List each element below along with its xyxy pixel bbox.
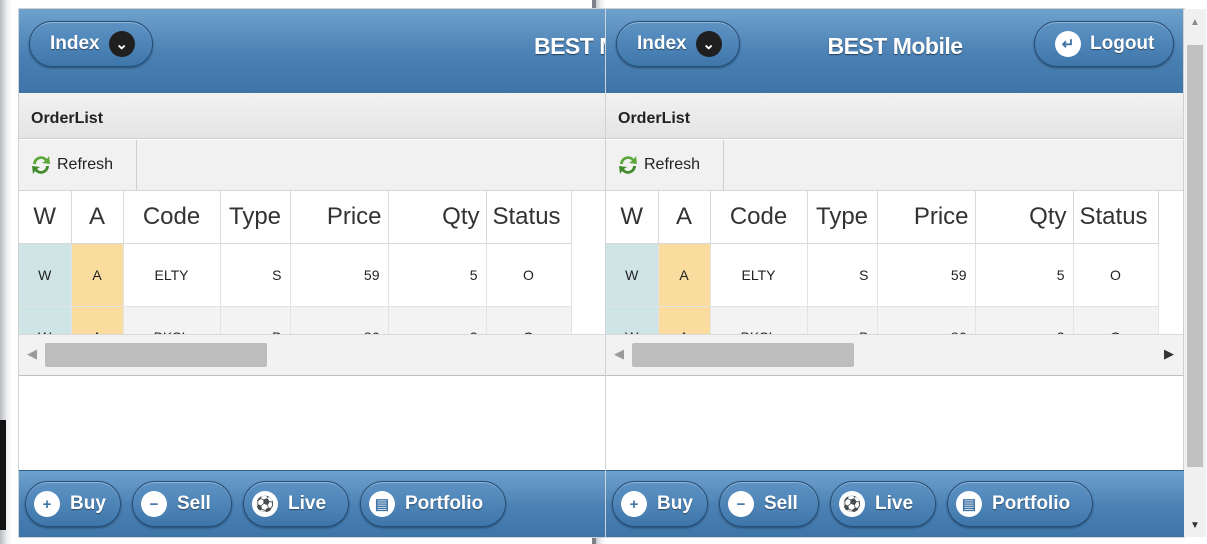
horizontal-scroll-thumb[interactable]	[632, 343, 854, 367]
cell-code: ELTY	[710, 243, 808, 307]
portfolio-button[interactable]: ▤ Portfolio	[360, 481, 506, 527]
horizontal-scrollbar[interactable]: ◀ ▶	[606, 334, 1184, 376]
cell-a: A	[658, 243, 711, 307]
vertical-scrollbar[interactable]: ▲ ▼	[1183, 9, 1206, 537]
column-header-qty[interactable]: Qty	[975, 191, 1074, 244]
logout-label: Logout	[1090, 33, 1155, 54]
scroll-down-arrow-icon[interactable]: ▼	[1190, 520, 1200, 531]
window-edge-shadow	[0, 0, 12, 544]
column-header-status[interactable]: Status	[486, 191, 572, 244]
live-label: Live	[875, 493, 914, 514]
refresh-button[interactable]: Refresh	[606, 140, 724, 190]
toolbar: Refresh	[606, 140, 1184, 191]
column-header-w[interactable]: W	[19, 191, 72, 244]
running-man-icon: ⚽	[252, 491, 278, 517]
cell-status: O	[1073, 243, 1159, 307]
minus-icon: −	[728, 491, 754, 517]
app-footer: + Buy − Sell ⚽ Live ▤ Portfolio	[606, 470, 1184, 537]
plus-icon: +	[34, 491, 60, 517]
refresh-icon	[619, 156, 637, 174]
sell-button[interactable]: − Sell	[132, 481, 232, 527]
cart-icon: ▤	[956, 491, 982, 517]
cell-type: S	[220, 243, 291, 307]
cell-w: W	[606, 243, 659, 307]
plus-icon: +	[621, 491, 647, 517]
sell-label: Sell	[177, 493, 211, 514]
sell-button[interactable]: − Sell	[719, 481, 819, 527]
column-header-code[interactable]: Code	[123, 191, 221, 244]
section-title: OrderList	[618, 110, 691, 127]
section-title: OrderList	[31, 110, 104, 127]
buy-label: Buy	[70, 493, 106, 514]
app-header: Index ⌄ BEST Mobile ↵ Logout	[606, 9, 1184, 94]
portfolio-label: Portfolio	[405, 493, 484, 514]
buy-label: Buy	[657, 493, 693, 514]
cell-type: S	[807, 243, 878, 307]
scroll-right-arrow-icon[interactable]: ▶	[1164, 346, 1174, 362]
table-row[interactable]: W A ELTY S 59 5 O	[606, 243, 1159, 307]
phone-icon: ↵	[1055, 31, 1081, 57]
scroll-up-arrow-icon[interactable]: ▲	[1190, 17, 1200, 28]
refresh-icon	[32, 156, 50, 174]
cell-status: O	[486, 243, 572, 307]
table-row[interactable]: W A ELTY S 59 5 O	[19, 243, 572, 307]
cart-icon: ▤	[369, 491, 395, 517]
logout-button[interactable]: ↵ Logout	[1034, 21, 1174, 67]
cell-w: W	[19, 243, 72, 307]
cell-a: A	[71, 243, 124, 307]
live-label: Live	[288, 493, 327, 514]
scroll-left-arrow-icon[interactable]: ◀	[27, 346, 37, 362]
live-button[interactable]: ⚽ Live	[243, 481, 349, 527]
column-header-price[interactable]: Price	[877, 191, 976, 244]
sell-label: Sell	[764, 493, 798, 514]
cell-code: ELTY	[123, 243, 221, 307]
column-header-type[interactable]: Type	[807, 191, 878, 244]
refresh-label: Refresh	[644, 156, 701, 173]
portfolio-label: Portfolio	[992, 493, 1071, 514]
scroll-left-arrow-icon[interactable]: ◀	[614, 346, 624, 362]
vertical-scroll-thumb[interactable]	[1187, 45, 1203, 467]
cell-price: 59	[877, 243, 976, 307]
live-button[interactable]: ⚽ Live	[830, 481, 936, 527]
column-header-w[interactable]: W	[606, 191, 659, 244]
mobile-app-window: Index ⌄ BEST Mobile ↵ Logout OrderList R…	[605, 8, 1206, 538]
horizontal-scroll-thumb[interactable]	[45, 343, 267, 367]
portfolio-button[interactable]: ▤ Portfolio	[947, 481, 1093, 527]
table-header-row: W A Code Type Price Qty Status	[19, 191, 572, 244]
column-header-type[interactable]: Type	[220, 191, 291, 244]
refresh-button[interactable]: Refresh	[19, 140, 137, 190]
running-man-icon: ⚽	[839, 491, 865, 517]
cell-qty: 5	[975, 243, 1074, 307]
column-header-a[interactable]: A	[658, 191, 711, 244]
column-header-price[interactable]: Price	[290, 191, 389, 244]
buy-button[interactable]: + Buy	[25, 481, 121, 527]
minus-icon: −	[141, 491, 167, 517]
refresh-label: Refresh	[57, 156, 114, 173]
cell-price: 59	[290, 243, 389, 307]
column-header-status[interactable]: Status	[1073, 191, 1159, 244]
table-header-row: W A Code Type Price Qty Status	[606, 191, 1159, 244]
column-header-a[interactable]: A	[71, 191, 124, 244]
buy-button[interactable]: + Buy	[612, 481, 708, 527]
column-header-qty[interactable]: Qty	[388, 191, 487, 244]
section-title-bar: OrderList	[606, 93, 1184, 139]
column-header-code[interactable]: Code	[710, 191, 808, 244]
cell-qty: 5	[388, 243, 487, 307]
